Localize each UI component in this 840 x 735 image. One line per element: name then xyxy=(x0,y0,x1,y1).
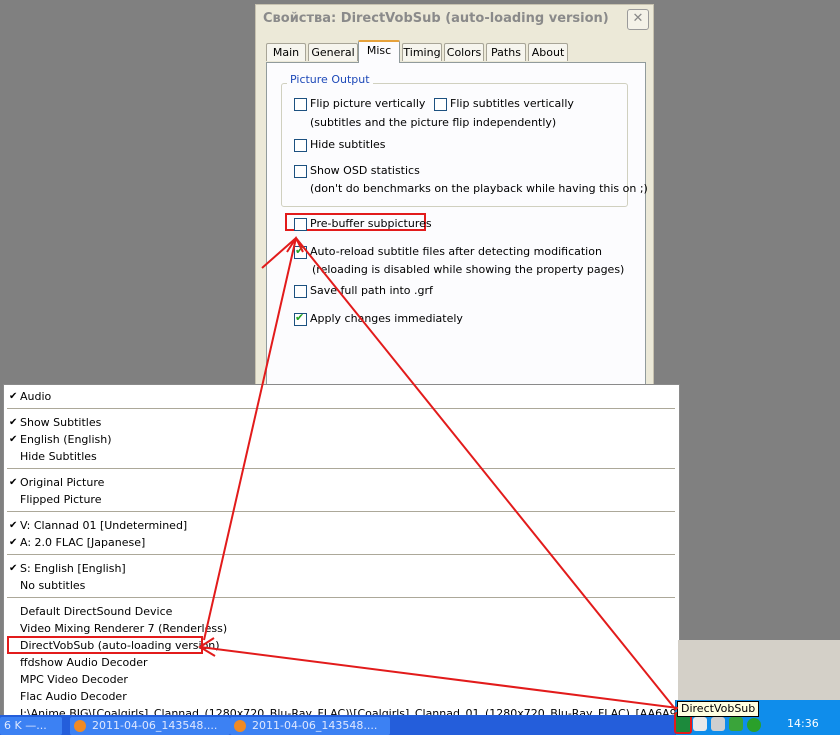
auto-reload-checkbox[interactable] xyxy=(294,244,307,259)
show-osd-checkbox[interactable] xyxy=(294,165,307,178)
check-icon: ✔ xyxy=(9,563,18,574)
hide-subtitles-label: Hide subtitles xyxy=(310,138,386,151)
tab-timing[interactable]: Timing xyxy=(402,43,442,61)
menu-item-flipped-picture[interactable]: Flipped Picture xyxy=(20,493,101,506)
auto-reload-label: Auto-reload subtitle files after detecti… xyxy=(310,245,602,258)
utorrent-tray-icon[interactable] xyxy=(747,718,761,732)
save-full-path-checkbox[interactable] xyxy=(294,285,307,298)
menu-item-audio[interactable]: Audio xyxy=(20,390,51,403)
apply-immediately-label: Apply changes immediately xyxy=(310,312,463,325)
prebuffer-label: Pre-buffer subpictures xyxy=(310,217,432,230)
menu-separator xyxy=(7,554,675,555)
taskbar-button-1[interactable]: 2011-04-06_143548.... xyxy=(70,717,230,735)
taskbar-button-2-label: 2011-04-06_143548.... xyxy=(252,719,378,732)
show-osd-label: Show OSD statistics xyxy=(310,164,420,177)
menu-item-vmr7[interactable]: Video Mixing Renderer 7 (Renderless) xyxy=(20,622,227,635)
flip-subtitles-checkbox[interactable] xyxy=(434,98,447,111)
prebuffer-checkbox[interactable] xyxy=(294,218,307,231)
menu-item-ffdshow[interactable]: ffdshow Audio Decoder xyxy=(20,656,148,669)
flip-note: (subtitles and the picture flip independ… xyxy=(310,116,557,129)
check-icon: ✔ xyxy=(9,520,18,531)
menu-item-flac[interactable]: Flac Audio Decoder xyxy=(20,690,127,703)
tab-colors[interactable]: Colors xyxy=(444,43,484,61)
tab-about[interactable]: About xyxy=(528,43,568,61)
menu-separator xyxy=(7,597,675,598)
properties-dialog: Свойства: DirectVobSub (auto-loading ver… xyxy=(255,4,654,406)
menu-item-audio-stream[interactable]: A: 2.0 FLAC [Japanese] xyxy=(20,536,145,549)
image-viewer-icon xyxy=(234,720,246,732)
tab-general[interactable]: General xyxy=(308,43,358,61)
misc-panel: Picture Output Flip picture vertically F… xyxy=(266,62,648,406)
menu-item-subtitle-stream[interactable]: S: English [English] xyxy=(20,562,126,575)
flip-picture-label: Flip picture vertically xyxy=(310,97,426,110)
auto-reload-note: (reloading is disabled while showing the… xyxy=(312,263,625,276)
taskbar-button-2[interactable]: 2011-04-06_143548.... xyxy=(230,717,390,735)
osd-note: (don't do benchmarks on the playback whi… xyxy=(310,182,648,195)
tab-paths[interactable]: Paths xyxy=(486,43,526,61)
menu-separator xyxy=(7,511,675,512)
check-icon: ✔ xyxy=(9,477,18,488)
menu-item-english[interactable]: English (English) xyxy=(20,433,112,446)
menu-item-directsound[interactable]: Default DirectSound Device xyxy=(20,605,172,618)
clock: 14:36 xyxy=(787,717,819,730)
picture-output-label: Picture Output xyxy=(287,73,373,86)
menu-separator xyxy=(7,468,675,469)
menu-item-hide-subtitles[interactable]: Hide Subtitles xyxy=(20,450,97,463)
check-icon: ✔ xyxy=(9,434,18,445)
flip-subtitles-label: Flip subtitles vertically xyxy=(450,97,574,110)
menu-item-no-subtitles[interactable]: No subtitles xyxy=(20,579,85,592)
firefox-icon xyxy=(74,720,86,732)
dialog-title: Свойства: DirectVobSub (auto-loading ver… xyxy=(263,11,609,26)
check-icon: ✔ xyxy=(9,417,18,428)
menu-separator xyxy=(7,408,675,409)
network-icon[interactable] xyxy=(711,717,725,731)
check-icon: ✔ xyxy=(9,537,18,548)
flip-picture-checkbox[interactable] xyxy=(294,98,307,111)
menu-item-directvobsub[interactable]: DirectVobSub (auto-loading version) xyxy=(20,639,220,652)
tray-app-icon[interactable] xyxy=(693,717,707,731)
utorrent-icon[interactable] xyxy=(729,717,743,731)
tab-misc[interactable]: Misc xyxy=(358,40,400,63)
taskbar-button-1-label: 2011-04-06_143548.... xyxy=(92,719,218,732)
menu-item-original-picture[interactable]: Original Picture xyxy=(20,476,104,489)
check-icon: ✔ xyxy=(9,391,18,402)
taskbar-button-partial[interactable]: 6 K —... xyxy=(0,717,62,735)
background-window xyxy=(678,640,840,700)
menu-item-video-stream[interactable]: V: Clannad 01 [Undetermined] xyxy=(20,519,187,532)
context-menu: ✔ Audio ✔ Show Subtitles ✔ English (Engl… xyxy=(3,384,729,726)
close-button[interactable]: ✕ xyxy=(627,9,649,30)
tray-tooltip: DirectVobSub xyxy=(677,701,760,717)
save-full-path-label: Save full path into .grf xyxy=(310,284,433,297)
dialog-titlebar[interactable]: Свойства: DirectVobSub (auto-loading ver… xyxy=(256,5,653,33)
menu-item-show-subtitles[interactable]: Show Subtitles xyxy=(20,416,101,429)
hide-subtitles-checkbox[interactable] xyxy=(294,139,307,152)
menu-item-mpc-video[interactable]: MPC Video Decoder xyxy=(20,673,128,686)
tab-main[interactable]: Main xyxy=(266,43,306,61)
apply-immediately-checkbox[interactable] xyxy=(294,311,307,326)
